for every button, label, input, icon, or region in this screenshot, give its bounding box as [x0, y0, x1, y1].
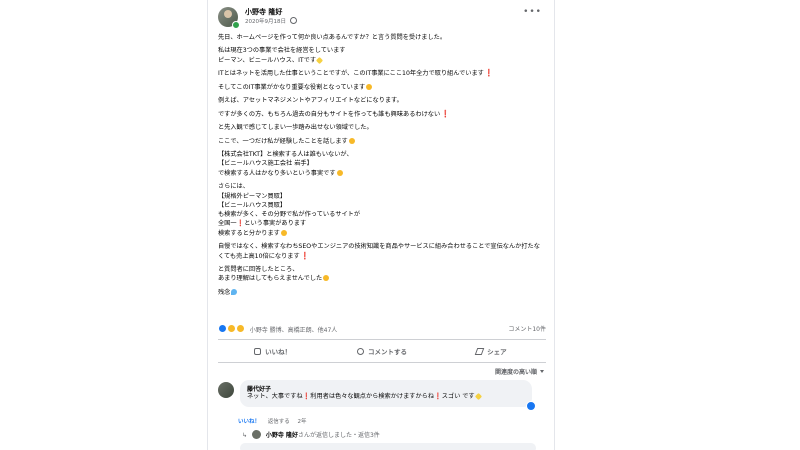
post-paragraph: ここで、一つだけ私が経験したことを話します	[218, 137, 546, 146]
globe-icon	[289, 17, 297, 24]
post-paragraph: さらには、 【規格外ピーマン買取】 【ビニールハウス買取】 も検索が多く、その分…	[218, 183, 361, 237]
comment-icon	[356, 347, 364, 355]
post-actions: いいね！ コメントする シェア	[218, 342, 546, 360]
sparkle-emoji-icon	[316, 56, 324, 64]
next-comment-bubble	[240, 443, 536, 450]
more-options-icon[interactable]: •••	[523, 7, 542, 17]
comment-reply-link[interactable]: 返信する	[268, 419, 290, 425]
reply-arrow-icon: ↳	[242, 432, 248, 439]
post-date[interactable]: 2020年9月18日	[245, 19, 286, 25]
like-reaction-icon	[218, 324, 227, 333]
smile-emoji-icon	[366, 83, 373, 90]
post-meta: 2020年9月18日	[245, 17, 297, 25]
scream-emoji-icon	[323, 275, 330, 282]
sweat-drops-emoji-icon	[231, 288, 238, 295]
post-header: 小野寺 隆好 2020年9月18日 •••	[218, 7, 544, 31]
divider	[218, 362, 546, 363]
reply-summary-text: さんが返信しました・返信3件	[297, 432, 380, 439]
post-paragraph: ですが多くの方、もちろん過去の自分もサイトを作っても誰も興味あるわけない❗	[218, 109, 450, 118]
post-paragraph: 残念	[218, 288, 546, 297]
post-paragraph: 私は現在3つの事業で会社を経営をしています ピーマン、ビニールハウス、ITです	[218, 47, 346, 64]
post-paragraph: 自慢ではなく、検索すなわちSEOやエンジニアの技術知識を商品やサービスに組み合わ…	[218, 243, 540, 260]
replier-name: 小野寺 隆好	[265, 432, 298, 439]
reaction-names[interactable]: 小野寺 勝博、高橋正朗、他47人	[250, 327, 338, 334]
share-icon	[474, 347, 485, 355]
post-paragraph: そしてこのIT事業がかなり重要な役割となっています	[218, 83, 546, 92]
commenter-name[interactable]: 藤代好子	[247, 384, 525, 393]
comment-button-label: コメントする	[367, 348, 407, 356]
comment-button[interactable]: コメントする	[327, 342, 436, 360]
comment-bubble: 藤代好子 ネット、大事ですね❗️利用者は色々な観点から検索かけますからね❗️スゴ…	[240, 380, 536, 411]
exclamation-emoji-icon: ❗	[441, 109, 450, 118]
comment-like-badge-icon	[526, 400, 536, 411]
reply-summary[interactable]: ↳ 小野寺 隆好さんが返信しました・返信3件	[242, 430, 380, 439]
exclamation-emoji-icon: ❗	[484, 69, 494, 78]
post-paragraph: と先入観で感じてしまい一歩踏み出せない領域でした。	[218, 124, 373, 132]
comment-count[interactable]: コメント10件	[508, 324, 546, 333]
wow-reaction-icon	[226, 324, 236, 333]
replier-avatar	[251, 430, 261, 439]
thumbs-up-icon	[254, 347, 262, 355]
post-paragraph: 例えば、アセットマネジメントやアフィリエイトなどになります。	[218, 97, 403, 105]
comment-sort-dropdown[interactable]: 関連度の高い順	[495, 367, 544, 376]
comment-text: ネット、大事ですね❗️利用者は色々な観点から検索かけますからね❗️スゴい です	[247, 392, 525, 402]
share-button-label: シェア	[487, 348, 507, 356]
author-name[interactable]: 小野寺 隆好	[245, 7, 282, 17]
exclamation-emoji-icon: ❗	[300, 251, 310, 260]
share-button[interactable]: シェア	[437, 342, 546, 360]
online-status-icon	[232, 21, 240, 29]
sad-reaction-icon	[235, 324, 245, 333]
sort-label: 関連度の高い順	[494, 369, 537, 376]
reactions-bar: 小野寺 勝博、高橋正朗、他47人 コメント10件	[218, 324, 546, 336]
post-body: 先日、ホームページを作って何か良い点あるんですか？と言う質問を受けました。 私は…	[218, 33, 546, 301]
like-button[interactable]: いいね！	[218, 342, 327, 360]
comment-age: 2年	[297, 419, 307, 425]
comment-actions: いいね！ 返信する 2年	[238, 417, 313, 425]
comment-like-link[interactable]: いいね！	[238, 419, 260, 425]
commenter-avatar[interactable]	[218, 382, 234, 398]
post-card: 小野寺 隆好 2020年9月18日 ••• 先日、ホームページを作って何か良い点…	[207, 0, 555, 450]
divider	[218, 339, 546, 340]
post-paragraph: ITとはネットを活用した仕事ということですが、このIT事業にここ10年全力で取り…	[218, 69, 494, 78]
smile-emoji-icon	[336, 169, 343, 176]
post-paragraph: 先日、ホームページを作って何か良い点あるんですか？と言う質問を受けました。	[218, 34, 447, 41]
sparkle-emoji-icon	[474, 392, 482, 401]
post-paragraph: 【株式会社TKT】と検索する人は誰もいないが、 【ビニールハウス施工会社 岩手】…	[218, 151, 353, 177]
smile-emoji-icon	[280, 229, 287, 236]
smile-emoji-icon	[348, 137, 355, 144]
like-button-label: いいね！	[265, 348, 292, 356]
caret-down-icon	[540, 370, 544, 373]
post-paragraph: と質問者に回答したところ、 あまり理解はしてもらえませんでした	[218, 265, 546, 284]
